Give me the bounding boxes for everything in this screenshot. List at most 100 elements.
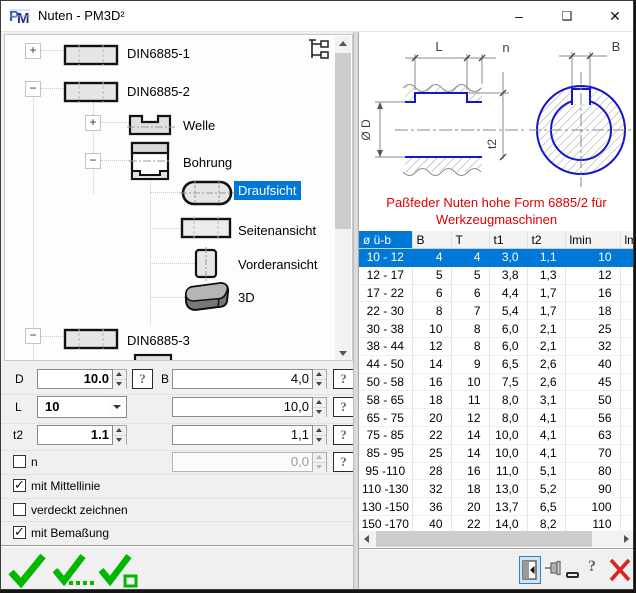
table-row[interactable]: 58 - 6518118,03,150 — [359, 391, 634, 409]
table-cell[interactable]: 12 — [565, 266, 620, 284]
table-header-cell[interactable]: t2 — [527, 231, 565, 249]
tree-item-label[interactable]: DIN6885-3 — [123, 331, 194, 350]
table-cell[interactable]: 4,4 — [489, 284, 527, 302]
table-cell[interactable] — [620, 320, 634, 338]
maximize-button[interactable]: ❑ — [545, 1, 589, 31]
table-cell[interactable]: 2,6 — [527, 373, 565, 391]
table-header-cell[interactable]: B — [412, 231, 451, 249]
t2-hub-input[interactable]: 1,1 — [172, 425, 313, 445]
table-cell[interactable] — [620, 462, 634, 480]
table-cell[interactable] — [620, 266, 634, 284]
combobox-arrow[interactable] — [109, 397, 126, 417]
table-cell[interactable]: 5,2 — [527, 480, 565, 498]
tree-item-label[interactable]: DIN6885-2 — [123, 82, 194, 101]
b-input[interactable]: 4,0 — [172, 369, 313, 389]
table-row[interactable]: 110 -130321813,05,290 — [359, 480, 634, 498]
table-row[interactable]: 95 -110281611,05,180 — [359, 462, 634, 480]
table-cell[interactable]: 10 - 12 — [359, 249, 412, 267]
table-cell[interactable]: 14 — [412, 355, 451, 373]
table-row[interactable]: 65 - 7520128,04,156 — [359, 409, 634, 427]
t2-help-button[interactable]: ? — [333, 425, 354, 445]
table-cell[interactable]: 12 - 17 — [359, 266, 412, 284]
table-cell[interactable]: 10 — [565, 249, 620, 267]
table-cell[interactable]: 50 - 58 — [359, 373, 412, 391]
n-help-button[interactable]: ? — [333, 452, 354, 472]
table-cell[interactable]: 14 — [451, 444, 489, 462]
table-cell[interactable] — [620, 426, 634, 444]
table-cell[interactable]: 90 — [565, 480, 620, 498]
table-cell[interactable]: 6,0 — [489, 320, 527, 338]
table-cell[interactable]: 3,0 — [489, 249, 527, 267]
table-cell[interactable]: 1,7 — [527, 302, 565, 320]
table-cell[interactable]: 6 — [451, 284, 489, 302]
table-cell[interactable]: 56 — [565, 409, 620, 427]
table-row[interactable]: 44 - 501496,52,640 — [359, 355, 634, 373]
table-row[interactable]: 38 - 441286,02,132 — [359, 337, 634, 355]
table-cell[interactable]: 100 — [565, 498, 620, 516]
table-cell[interactable]: 12 — [412, 337, 451, 355]
ok-options-button[interactable] — [99, 552, 141, 588]
collapse-panel-button[interactable] — [519, 556, 541, 584]
table-cell[interactable]: 8,0 — [489, 409, 527, 427]
verdeckt-label[interactable]: verdeckt zeichnen — [31, 503, 128, 517]
d-input[interactable]: 10.0 — [37, 369, 113, 389]
table-cell[interactable]: 11,0 — [489, 462, 527, 480]
table-cell[interactable]: 1,1 — [527, 249, 565, 267]
table-cell[interactable]: 12 — [451, 409, 489, 427]
table-cell[interactable]: 8 — [412, 302, 451, 320]
table-cell[interactable]: 2,1 — [527, 337, 565, 355]
l-help-button[interactable]: ? — [333, 397, 354, 417]
table-cell[interactable]: 50 — [565, 391, 620, 409]
table-cell[interactable]: 14 — [451, 426, 489, 444]
table-cell[interactable]: 30 - 38 — [359, 320, 412, 338]
tree-item-label[interactable]: Welle — [179, 116, 219, 135]
table-cell[interactable]: 6,0 — [489, 337, 527, 355]
expand-icon[interactable]: + — [85, 115, 101, 131]
l-length-spinner[interactable] — [313, 397, 327, 417]
scrollbar-thumb[interactable] — [376, 531, 592, 547]
table-cell[interactable]: 22 — [412, 426, 451, 444]
table-cell[interactable]: 20 — [412, 409, 451, 427]
bemassung-checkbox[interactable] — [13, 526, 26, 539]
table-cell[interactable]: 8,0 — [489, 391, 527, 409]
table-row[interactable]: 75 - 85221410,04,163 — [359, 426, 634, 444]
table-cell[interactable]: 2,1 — [527, 320, 565, 338]
table-cell[interactable]: 18 — [412, 391, 451, 409]
table-cell[interactable]: 85 - 95 — [359, 444, 412, 462]
table-cell[interactable] — [620, 391, 634, 409]
table-cell[interactable]: 17 - 22 — [359, 284, 412, 302]
table-cell[interactable]: 11 — [451, 391, 489, 409]
scrollbar-thumb[interactable] — [335, 53, 351, 229]
tree-item-label[interactable]: Seitenansicht — [234, 221, 320, 240]
l-combobox[interactable]: 10 — [37, 396, 127, 418]
table-cell[interactable]: 1,7 — [527, 284, 565, 302]
table-cell[interactable]: 40 — [565, 355, 620, 373]
table-cell[interactable]: 110 -130 — [359, 480, 412, 498]
table-cell[interactable] — [620, 302, 634, 320]
table-row[interactable]: 10 - 12443,01,110 — [359, 249, 634, 267]
table-cell[interactable]: 25 — [412, 444, 451, 462]
table-cell[interactable] — [620, 249, 634, 267]
table-cell[interactable]: 38 - 44 — [359, 337, 412, 355]
verdeckt-checkbox[interactable] — [13, 503, 26, 516]
tree-item-label[interactable]: DIN6885-1 — [123, 44, 194, 63]
table-cell[interactable]: 13,7 — [489, 498, 527, 516]
ok-continue-button[interactable] — [53, 552, 95, 588]
table-cell[interactable]: 18 — [451, 480, 489, 498]
pin-icon[interactable] — [545, 560, 563, 576]
mittellinie-label[interactable]: mit Mittellinie — [31, 479, 100, 493]
table-cell[interactable]: 6,5 — [527, 498, 565, 516]
table-cell[interactable]: 32 — [565, 337, 620, 355]
table-row[interactable]: 22 - 30875,41,718 — [359, 302, 634, 320]
table-header-cell[interactable]: lma — [620, 231, 634, 249]
collapse-icon[interactable]: − — [25, 328, 41, 344]
table-cell[interactable]: 130 -150 — [359, 498, 412, 516]
table-row[interactable]: 130 -150362013,76,5100 — [359, 498, 634, 516]
table-cell[interactable]: 9 — [451, 355, 489, 373]
tree-scrollbar[interactable] — [335, 36, 351, 361]
table-row[interactable]: 17 - 22664,41,716 — [359, 284, 634, 302]
tree-item-label[interactable]: Vorderansicht — [234, 255, 322, 274]
table-cell[interactable]: 4,1 — [527, 409, 565, 427]
table-cell[interactable]: 5,4 — [489, 302, 527, 320]
mittellinie-checkbox[interactable] — [13, 479, 26, 492]
